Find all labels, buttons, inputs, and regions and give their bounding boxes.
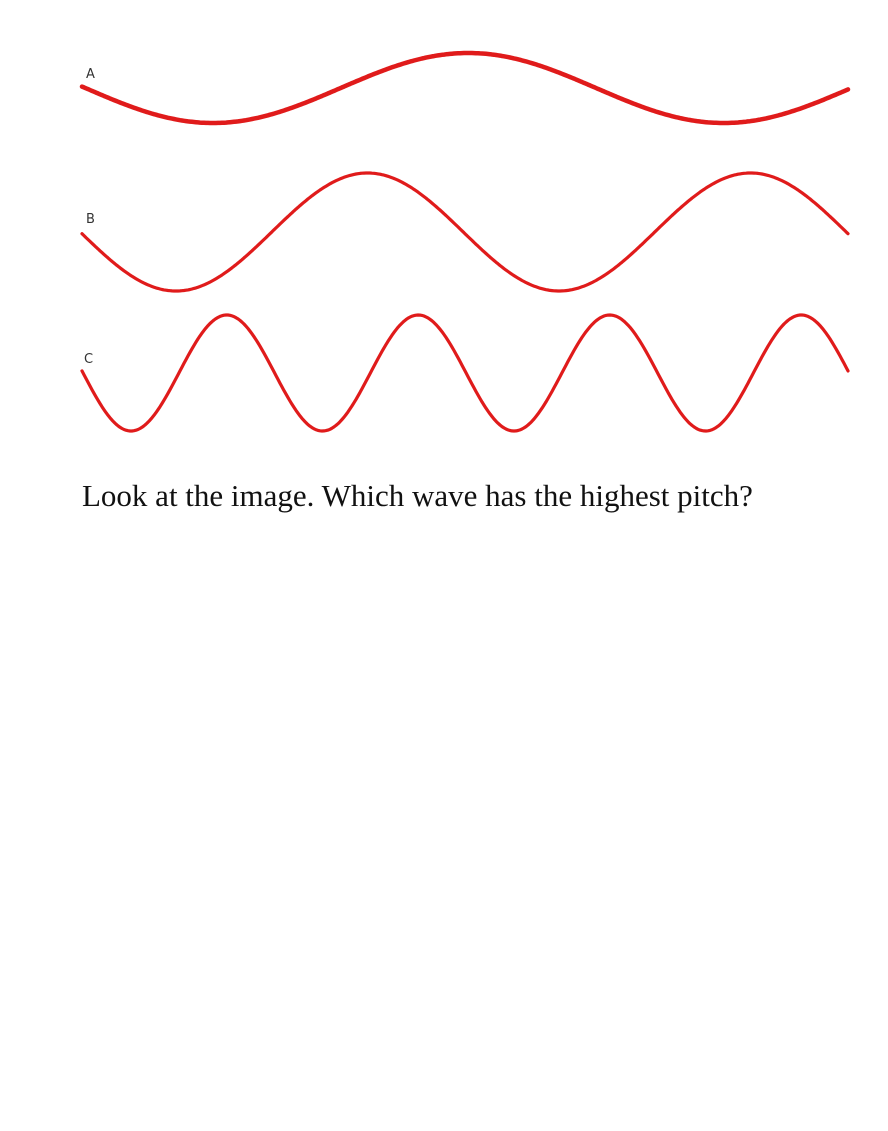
wave-b-curve: [80, 171, 850, 293]
question-text: Look at the image. Which wave has the hi…: [82, 478, 753, 513]
waves-diagram: A B C: [79, 50, 851, 433]
wave-a-group: A: [79, 50, 851, 126]
wave-a-label: A: [86, 67, 95, 82]
wave-c-label: C: [84, 352, 93, 367]
wave-b-group: B: [80, 171, 850, 293]
wave-c-group: C: [80, 313, 850, 433]
wave-b-label: B: [86, 212, 95, 227]
wave-c-curve: [80, 313, 850, 433]
wave-a-curve: [79, 50, 851, 126]
